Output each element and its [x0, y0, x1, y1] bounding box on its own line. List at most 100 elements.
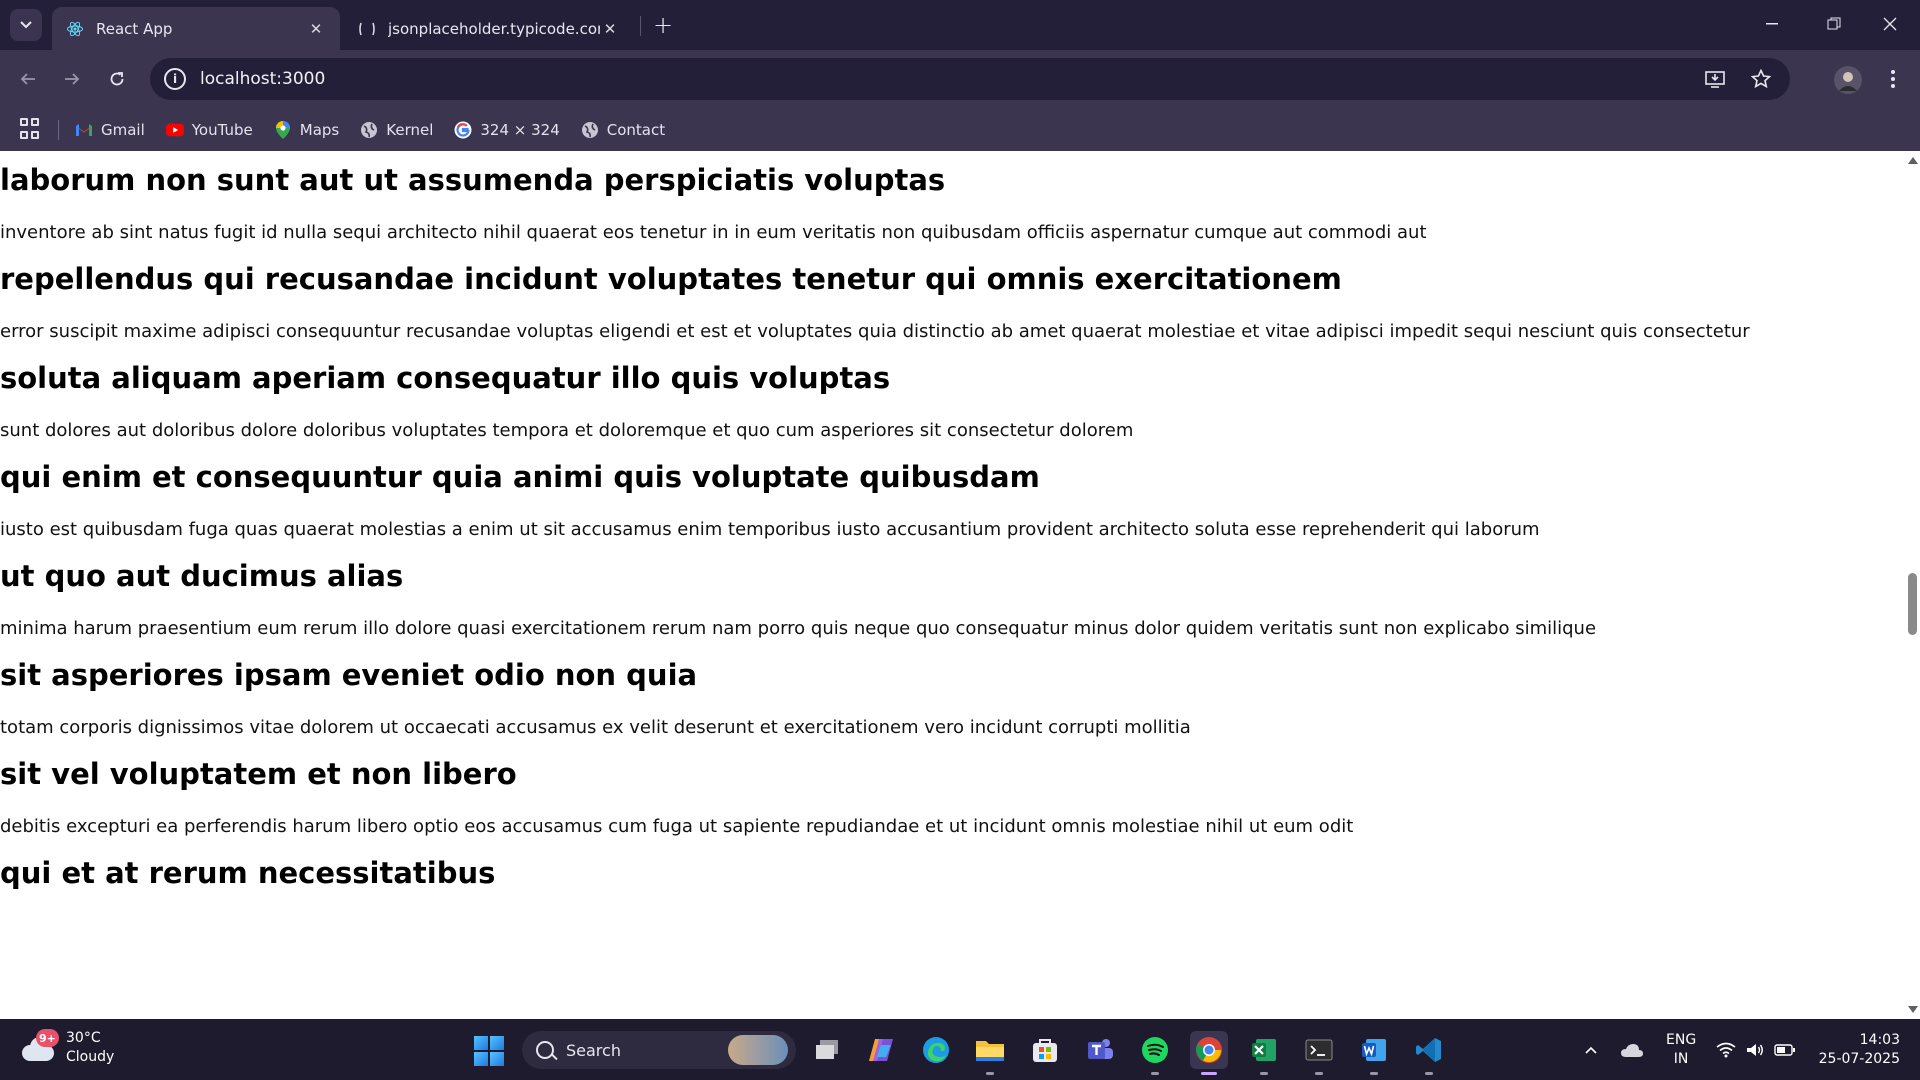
- profile-avatar[interactable]: [1834, 66, 1862, 94]
- arrow-right-icon: [65, 73, 80, 85]
- bookmark-gmail[interactable]: Gmail: [75, 121, 145, 139]
- post-title: sit vel voluptatem et non libero: [0, 757, 517, 791]
- reload-button[interactable]: [101, 63, 133, 95]
- bookmark-contact[interactable]: Contact: [581, 121, 665, 139]
- react-icon: [66, 20, 84, 38]
- post-item: qui et at rerum necessitatibus: [0, 855, 1905, 891]
- address-bar[interactable]: i localhost:3000: [150, 58, 1790, 100]
- page-viewport: laborum non sunt aut ut assumenda perspi…: [0, 151, 1905, 1019]
- edge-icon[interactable]: [917, 1031, 955, 1069]
- install-app-icon[interactable]: [1704, 68, 1726, 90]
- google-icon: [454, 121, 472, 139]
- wifi-icon: [1716, 1042, 1736, 1057]
- onedrive-icon[interactable]: [1620, 1019, 1644, 1080]
- url-text[interactable]: localhost:3000: [200, 69, 325, 89]
- tab-search-button[interactable]: [10, 9, 42, 41]
- quick-settings[interactable]: [1716, 1019, 1796, 1080]
- bookmark-324x324[interactable]: 324 × 324: [454, 120, 560, 139]
- avatar-icon: [1839, 72, 1857, 91]
- windows-taskbar: 9+ 30°C Cloudy Search ENG IN 14:03 25-07…: [0, 1019, 1920, 1080]
- close-window-button[interactable]: [1862, 0, 1918, 48]
- chrome-icon[interactable]: [1190, 1031, 1228, 1075]
- gmail-icon: [75, 121, 93, 139]
- bookmark-label: Maps: [299, 120, 340, 139]
- scrollbar-thumb[interactable]: [1908, 573, 1917, 635]
- more-vertical-icon: [1891, 70, 1895, 88]
- teams-icon[interactable]: [1081, 1031, 1119, 1069]
- close-tab-icon[interactable]: ✕: [306, 19, 326, 39]
- bookmark-label: Contact: [606, 120, 666, 139]
- cloud-weather-icon: 9+: [20, 1029, 59, 1063]
- system-clock[interactable]: 14:03 25-07-2025: [1819, 1031, 1900, 1069]
- globe-icon: [360, 121, 378, 139]
- post-title: sit asperiores ipsam eveniet odio non qu…: [0, 658, 698, 692]
- battery-icon: [1774, 1043, 1795, 1056]
- post-body: iusto est quibusdam fuga quas quaerat mo…: [0, 519, 1540, 540]
- tab-react-app[interactable]: React App ✕: [52, 7, 340, 50]
- post-body: minima harum praesentium eum rerum illo …: [0, 618, 1597, 639]
- vscode-icon[interactable]: [1410, 1031, 1448, 1075]
- task-view-icon[interactable]: [808, 1031, 846, 1069]
- tab-jsonplaceholder[interactable]: jsonplaceholder.typicode.com/p ✕: [344, 7, 634, 50]
- bookmarks-bar: Gmail YouTube Maps Kernel 324 × 324 Cont…: [0, 108, 1920, 151]
- post-body: sunt dolores aut doloribus dolore dolori…: [0, 420, 1134, 441]
- bookmark-kernel[interactable]: Kernel: [360, 121, 433, 139]
- bookmarks-divider: [58, 119, 59, 140]
- forward-button[interactable]: [56, 63, 88, 95]
- apps-grid-icon[interactable]: [20, 117, 44, 142]
- bookmark-youtube[interactable]: YouTube: [165, 121, 253, 139]
- post-body: totam corporis dignissimos vitae dolorem…: [0, 717, 1191, 738]
- bookmark-label: 324 × 324: [480, 120, 560, 139]
- close-tab-icon[interactable]: ✕: [600, 19, 620, 39]
- scroll-down-arrow-icon[interactable]: [1908, 1006, 1918, 1013]
- post-title: repellendus qui recusandae incidunt volu…: [0, 262, 1342, 296]
- post-item: laborum non sunt aut ut assumenda perspi…: [0, 162, 1905, 244]
- post-item: soluta aliquam aperiam consequatur illo …: [0, 360, 1905, 442]
- bookmark-star-icon[interactable]: [1750, 68, 1772, 90]
- bookmark-maps[interactable]: Maps: [274, 120, 340, 139]
- notification-badge: 9+: [36, 1029, 59, 1047]
- copilot-icon[interactable]: [862, 1031, 900, 1069]
- scroll-up-arrow-icon[interactable]: [1908, 157, 1918, 164]
- search-highlight-image: [728, 1035, 788, 1065]
- post-body: debitis excepturi ea perferendis harum l…: [0, 816, 1354, 837]
- restore-button[interactable]: [1806, 0, 1862, 48]
- globe-icon: [581, 121, 599, 139]
- site-info-icon[interactable]: i: [164, 68, 186, 90]
- post-item: ut quo aut ducimus alias minima harum pr…: [0, 558, 1905, 640]
- post-item: qui enim et consequuntur quia animi quis…: [0, 459, 1905, 541]
- minimize-button[interactable]: [1744, 0, 1800, 48]
- new-tab-button[interactable]: +: [650, 11, 676, 39]
- post-title: qui enim et consequuntur quia animi quis…: [0, 460, 1040, 494]
- tab-separator: [640, 16, 641, 36]
- weather-temperature: 30°C: [66, 1030, 101, 1046]
- browser-menu-button[interactable]: [1882, 68, 1904, 90]
- spotify-icon[interactable]: [1136, 1031, 1174, 1075]
- page-icon: [358, 20, 376, 38]
- weather-widget[interactable]: 9+ 30°C Cloudy: [20, 1029, 114, 1067]
- language-indicator[interactable]: ENG IN: [1666, 1019, 1696, 1080]
- weather-condition: Cloudy: [66, 1049, 115, 1065]
- microsoft-store-icon[interactable]: [1026, 1031, 1064, 1069]
- page-scrollbar[interactable]: [1905, 151, 1920, 1019]
- search-icon: [536, 1041, 554, 1059]
- post-title: soluta aliquam aperiam consequatur illo …: [0, 361, 891, 395]
- reload-icon: [110, 72, 124, 86]
- post-title: laborum non sunt aut ut assumenda perspi…: [0, 163, 946, 197]
- arrow-left-icon: [20, 73, 35, 85]
- taskbar-search[interactable]: Search: [522, 1031, 796, 1069]
- browser-toolbar: i localhost:3000: [0, 50, 1920, 108]
- word-icon[interactable]: [1355, 1031, 1393, 1075]
- bookmark-label: Gmail: [101, 120, 145, 139]
- post-body: error suscipit maxime adipisci consequun…: [0, 321, 1750, 342]
- tab-title: jsonplaceholder.typicode.com/p: [388, 19, 600, 38]
- terminal-icon[interactable]: [1300, 1031, 1338, 1075]
- search-placeholder: Search: [566, 1040, 621, 1060]
- file-explorer-icon[interactable]: [971, 1031, 1009, 1075]
- post-item: repellendus qui recusandae incidunt volu…: [0, 261, 1905, 343]
- excel-icon[interactable]: [1245, 1031, 1283, 1075]
- maps-icon: [274, 120, 292, 139]
- back-button[interactable]: [12, 63, 44, 95]
- start-button[interactable]: [474, 1036, 504, 1066]
- show-hidden-icons-button[interactable]: [1584, 1019, 1598, 1080]
